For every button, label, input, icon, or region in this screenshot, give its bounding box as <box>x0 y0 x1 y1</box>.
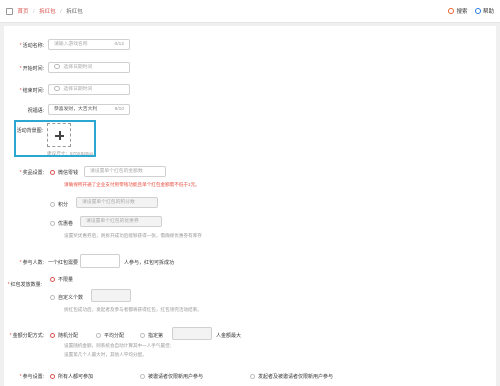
top-bar: 首页 / 拆红包 / 拆红包 搜索 帮助 <box>0 0 500 23</box>
join-all-radio[interactable]: 所有人都可参加 <box>50 373 93 380</box>
breadcrumb-current: 拆红包 <box>66 9 83 15</box>
prize-wechat-radio[interactable]: 微信零钱 <box>50 169 78 176</box>
breadcrumb: 首页 / 拆红包 / 拆红包 <box>6 7 83 16</box>
home-icon <box>6 8 13 16</box>
join-both-radio[interactable]: 发起者及被邀请者仅限新用户参与 <box>250 373 333 380</box>
breadcrumb-home[interactable]: 首页 <box>18 9 29 15</box>
clock-icon <box>54 63 60 70</box>
wechat-amount-input[interactable]: 请设置单个红包的金额数 <box>84 166 166 177</box>
split-hint-2: 设置第几个人最大时，其他人平均分配。 <box>64 352 147 357</box>
count-hint: 拆红包成功后，发起者及参与者都将获得红包，红包领完活动结束。 <box>64 307 202 312</box>
count-unlimited-radio[interactable]: 不限量 <box>50 276 73 283</box>
split-average-radio[interactable]: 平均分配 <box>96 332 124 339</box>
people-suffix: 人参与，红包可拆成功 <box>124 260 175 266</box>
wechat-warning: 请确保所开通了企业支付到零钱功能且单个红包金额需不低于1元。 <box>64 182 200 187</box>
join-new-radio[interactable]: 被邀请者仅限新用户参与 <box>140 373 203 380</box>
people-prefix: 一个红包需要 <box>48 260 79 266</box>
name-label: *活动名称: <box>19 43 44 49</box>
help-link[interactable]: 帮助 <box>483 9 494 15</box>
search-icon[interactable] <box>448 8 455 14</box>
highlight-box <box>14 120 96 157</box>
help-icon[interactable] <box>474 8 481 14</box>
people-label: *参与人数: <box>19 260 44 266</box>
start-label: *开始时间: <box>19 66 44 72</box>
start-time-input[interactable]: 选择日期时间 <box>48 62 130 73</box>
split-fixed-radio[interactable]: 指定第 <box>140 332 163 339</box>
split-label: *金额分配方式: <box>9 333 44 339</box>
people-input[interactable] <box>80 254 120 268</box>
prize-points-radio[interactable]: 积分 <box>50 201 68 208</box>
search-link[interactable]: 搜索 <box>456 9 467 15</box>
breadcrumb-level2[interactable]: 拆红包 <box>39 9 56 15</box>
name-input[interactable]: 请输入游戏名称 0/12 <box>48 39 130 50</box>
join-label: *参与设置: <box>19 374 44 380</box>
share-label: 祝福语: <box>27 108 44 114</box>
points-input[interactable]: 请设置单个红包的积分数 <box>76 197 158 208</box>
prize-label: *奖品设置: <box>19 170 44 176</box>
share-input[interactable]: 恭喜发财，大吉大利 9/10 <box>48 104 130 115</box>
end-time-input[interactable]: 选择日期时间 <box>48 84 130 95</box>
split-fixed-input[interactable] <box>172 327 212 340</box>
split-hint-1: 设置随机金额，则系统会自动计算其中一人手气最佳; <box>64 343 171 348</box>
end-label: *结束时间: <box>19 88 44 94</box>
count-label: *红包发放数量: <box>7 282 42 288</box>
split-fixed-suffix: 人金额最大 <box>216 333 242 339</box>
count-custom-radio[interactable]: 自定义个数 <box>50 294 83 301</box>
toolbar: 搜索 帮助 <box>448 7 494 15</box>
count-input[interactable] <box>91 289 131 302</box>
coupon-hint: 设置奖优惠券后，则拆开成功后能够获得一张，需确保优惠券有库存 <box>64 233 202 238</box>
clock-icon <box>54 85 60 92</box>
split-random-radio[interactable]: 随机分配 <box>50 332 78 339</box>
prize-coupon-radio[interactable]: 优惠卷 <box>50 220 73 227</box>
coupon-input[interactable]: 请设置单个红包的优惠券 <box>80 216 162 227</box>
